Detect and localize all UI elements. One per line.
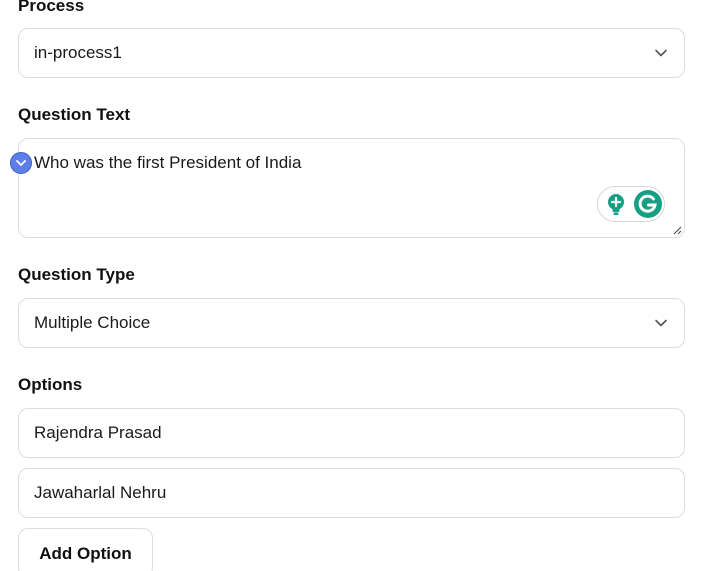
question-text-label: Question Text — [18, 105, 131, 124]
expand-toggle-button[interactable] — [10, 152, 32, 174]
chevron-down-icon — [655, 49, 667, 57]
question-type-label: Question Type — [18, 265, 135, 284]
option-input-1[interactable]: Rajendra Prasad — [18, 408, 685, 458]
process-label: Process — [18, 0, 85, 15]
question-form: Process in-process1 Question Text Who wa… — [0, 0, 717, 571]
option-input-2-value: Jawaharlal Nehru — [34, 483, 167, 502]
chevron-down-icon — [655, 319, 667, 327]
question-type-select[interactable]: Multiple Choice — [18, 298, 685, 348]
option-input-2[interactable]: Jawaharlal Nehru — [18, 468, 685, 518]
question-text-value: Who was the first President of India — [34, 153, 302, 172]
resize-handle-icon[interactable] — [672, 225, 682, 235]
chevron-down-icon — [16, 160, 26, 166]
process-select[interactable]: in-process1 — [18, 28, 685, 78]
grammarly-widget[interactable] — [597, 186, 665, 222]
add-option-button[interactable]: Add Option — [18, 528, 153, 571]
lightbulb-icon[interactable] — [606, 193, 626, 217]
question-type-value: Multiple Choice — [34, 313, 151, 332]
option-input-1-value: Rajendra Prasad — [34, 423, 162, 442]
grammarly-icon[interactable] — [633, 189, 663, 219]
process-select-value: in-process1 — [34, 43, 122, 62]
options-label: Options — [18, 375, 83, 394]
question-text-area[interactable]: Who was the first President of India — [18, 138, 685, 238]
